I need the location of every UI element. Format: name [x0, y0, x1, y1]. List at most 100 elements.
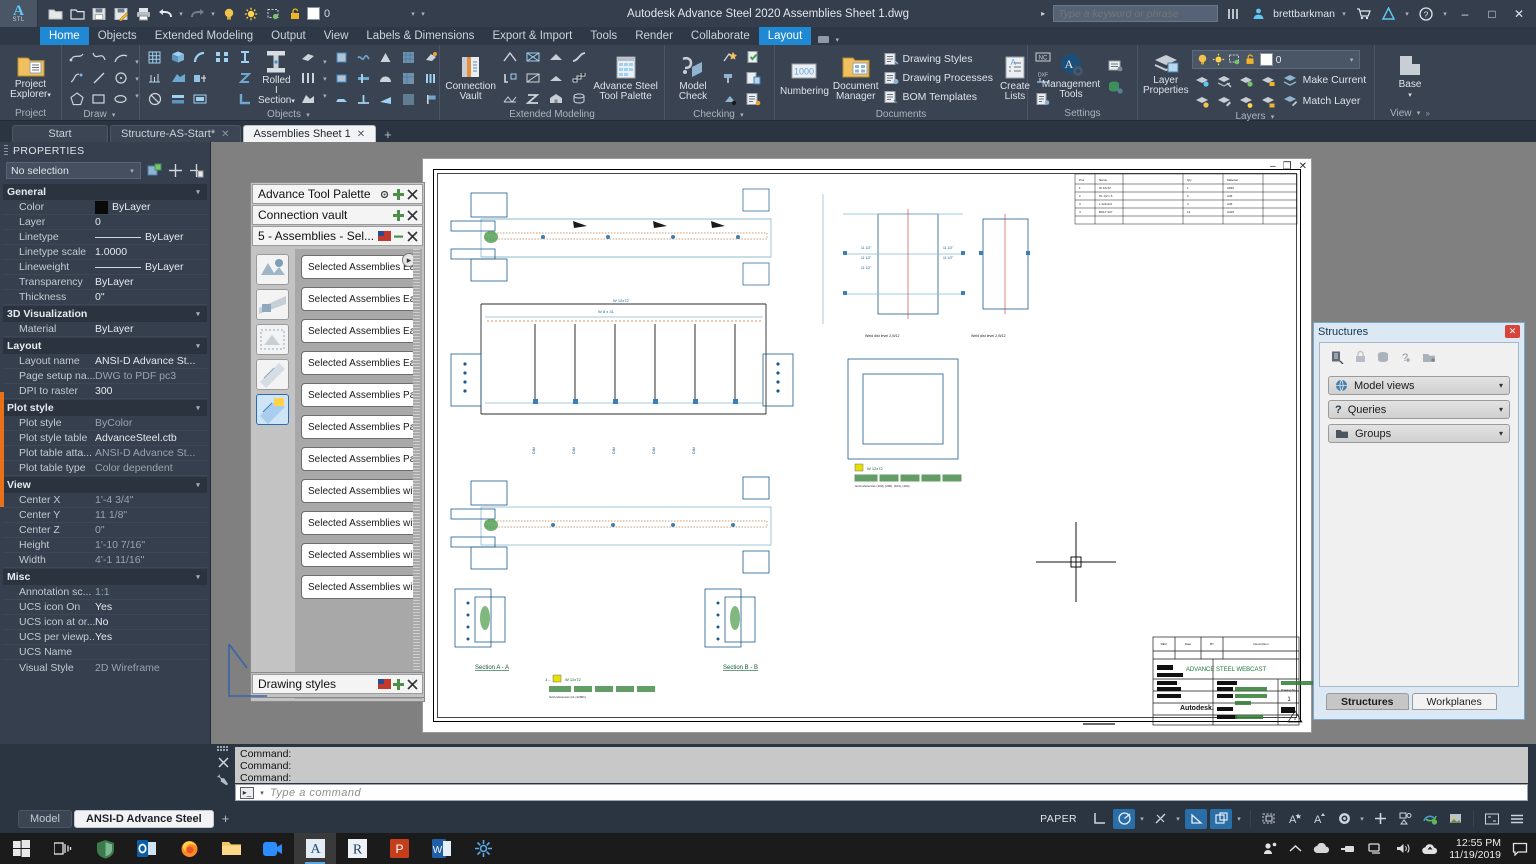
property-group-layout[interactable]: Layout ▾	[3, 338, 207, 354]
pick-point-icon[interactable]	[168, 163, 183, 178]
palette-tab-single-part[interactable]	[256, 289, 289, 320]
command-grip-icon[interactable]	[216, 746, 230, 752]
property-row-ucs-icon-at-origin[interactable]: UCS icon at or... No	[3, 615, 207, 630]
command-prompt-icon[interactable]: ▸_	[240, 786, 254, 799]
palette-grip-icon[interactable]	[4, 145, 8, 156]
search-input[interactable]	[1058, 7, 1214, 20]
new-document-tab-button[interactable]: +	[378, 127, 398, 142]
tool-palette-title-assemblies[interactable]: 5 - Assemblies - Sel...	[252, 226, 423, 246]
close-icon[interactable]	[405, 229, 419, 243]
sync-drawing-icon[interactable]	[1419, 809, 1441, 829]
weld-seam-icon[interactable]	[353, 47, 374, 67]
layer-properties-button[interactable]: Layer Properties	[1142, 49, 1190, 98]
isolate-objects-icon[interactable]	[1394, 809, 1416, 829]
beam-angle-icon[interactable]	[234, 89, 255, 109]
start-icon[interactable]	[0, 833, 42, 864]
list-item[interactable]: Selected Assemblies PageF...	[301, 415, 416, 439]
layout-tab-model[interactable]: Model	[18, 809, 72, 828]
corner-frame-icon[interactable]	[499, 68, 520, 88]
dynamic-ucs-icon[interactable]	[1210, 808, 1232, 829]
search-box[interactable]	[1053, 5, 1219, 22]
chevron-down-icon[interactable]: ▾	[194, 310, 202, 318]
checking-panel-expand-icon[interactable]: ▾	[738, 111, 746, 119]
selection-dropdown[interactable]: No selection ▾	[6, 162, 141, 179]
circle-icon[interactable]	[110, 68, 131, 88]
stair-icon[interactable]	[568, 68, 589, 88]
property-value[interactable]: Yes	[95, 631, 207, 643]
search-submit-icon[interactable]	[1223, 4, 1243, 24]
object-snap-tracking-icon[interactable]	[1185, 808, 1207, 829]
close-icon[interactable]	[405, 187, 419, 201]
close-icon[interactable]	[405, 208, 419, 222]
property-group-general[interactable]: General ▾	[3, 184, 207, 200]
tool-palette-title-advance[interactable]: Advance Tool Palette	[252, 184, 423, 204]
document-manager-button[interactable]: Document Manager	[832, 53, 880, 104]
slab-icon[interactable]	[298, 47, 319, 67]
list-item[interactable]: Selected Assemblies with Par...	[301, 543, 416, 567]
cam-object-icon[interactable]	[421, 47, 442, 67]
slab-dropdown-icon[interactable]: ▾	[321, 58, 329, 66]
double-section-dropdown-icon[interactable]: ▾	[321, 75, 329, 83]
layer-thaw-icon[interactable]	[241, 4, 261, 24]
property-value[interactable]: No	[95, 616, 207, 628]
property-value[interactable]: 0	[95, 216, 207, 228]
close-window-button[interactable]: ✕	[1508, 7, 1530, 21]
anchor-icon[interactable]	[353, 89, 374, 109]
property-row-height[interactable]: Height 1'-10 7/16"	[3, 538, 207, 553]
usb-icon[interactable]	[1341, 843, 1357, 855]
property-value[interactable]: AdvanceSteel.ctb	[95, 432, 207, 444]
model-check-button[interactable]: Model Check	[669, 53, 717, 104]
draw-panel-expand-icon[interactable]: ▾	[110, 111, 118, 119]
property-row-center-x[interactable]: Center X 1'-4 3/4"	[3, 493, 207, 508]
beam-plate-icon[interactable]	[167, 89, 188, 109]
base-view-button[interactable]: Base ▾	[1382, 51, 1438, 103]
annotation-scale-sync-icon[interactable]: A	[1308, 809, 1330, 829]
chevron-down-icon[interactable]: ▾	[128, 167, 136, 175]
cleanscreen-icon[interactable]	[1444, 809, 1466, 829]
layer-on-icon[interactable]	[219, 4, 239, 24]
paperspace-sheet[interactable]: – ❐ ✕ W 12x72 W 8 x 31 DIM DIM DIM DIM D…	[422, 158, 1313, 733]
property-row-ucs-icon-on[interactable]: UCS icon On Yes	[3, 600, 207, 615]
network-icon[interactable]	[1368, 842, 1384, 855]
layer-lock-viewport-icon[interactable]	[263, 4, 283, 24]
ribbon-tab-collaborate[interactable]: Collaborate	[682, 27, 759, 45]
list-item[interactable]: Selected Assemblies PageF...	[301, 447, 416, 471]
chevron-down-icon[interactable]: ▾	[194, 481, 202, 489]
plate-flat-icon[interactable]	[331, 68, 352, 88]
weld-icon[interactable]	[189, 68, 210, 88]
new-structure-icon[interactable]	[1330, 350, 1345, 364]
layer-list-combo[interactable]: 0 ▾	[1191, 50, 1360, 69]
property-value[interactable]: 300	[95, 385, 207, 397]
structures-queries-bar[interactable]: ? Queries ▾	[1328, 400, 1510, 419]
z-purlin-icon[interactable]	[522, 89, 543, 109]
view-panel-expand-icon[interactable]: ▾	[1415, 109, 1423, 117]
property-value[interactable]: ByLayer	[95, 261, 207, 273]
flag-icon[interactable]	[377, 677, 391, 691]
osnap-dropdown-icon[interactable]: ▾	[1174, 815, 1182, 823]
polygon-icon[interactable]	[66, 89, 87, 109]
property-value[interactable]: ByLayer	[95, 200, 207, 214]
property-value[interactable]: 0"	[95, 291, 207, 303]
property-row-ucs-per-viewport[interactable]: UCS per viewp... Yes	[3, 630, 207, 645]
property-row-linetype[interactable]: Linetype ByLayer	[3, 230, 207, 245]
list-item[interactable]: Selected Assemblies PageF...	[301, 383, 416, 407]
beam-z-icon[interactable]	[234, 68, 255, 88]
mesh-c-icon[interactable]	[398, 89, 419, 109]
rolled-i-section-button[interactable]: Rolled I Section▾	[257, 47, 296, 109]
objects-panel-expand-icon[interactable]: ▾	[304, 111, 312, 119]
grid-axis-icon[interactable]	[144, 68, 165, 88]
add-toolbar-icon[interactable]	[1369, 809, 1391, 829]
quick-select-icon[interactable]	[147, 163, 162, 178]
open-file-icon[interactable]	[67, 4, 87, 24]
spline-icon[interactable]	[66, 68, 87, 88]
taper-icon[interactable]	[375, 89, 396, 109]
mesh-a-icon[interactable]	[398, 47, 419, 67]
advance-steel-tool-palette-button[interactable]: Advance Steel Tool Palette	[591, 53, 660, 104]
list-item[interactable]: Selected Assemblies with Par...	[301, 511, 416, 535]
minimize-icon[interactable]	[391, 229, 405, 243]
ribbon-collapse-icon[interactable]: »	[1426, 109, 1430, 118]
autodesk-app-icon[interactable]	[1378, 4, 1398, 24]
property-value[interactable]: ByLayer	[95, 323, 207, 335]
chevron-down-icon[interactable]: ▾	[194, 573, 202, 581]
close-icon[interactable]: ✕	[357, 129, 365, 140]
